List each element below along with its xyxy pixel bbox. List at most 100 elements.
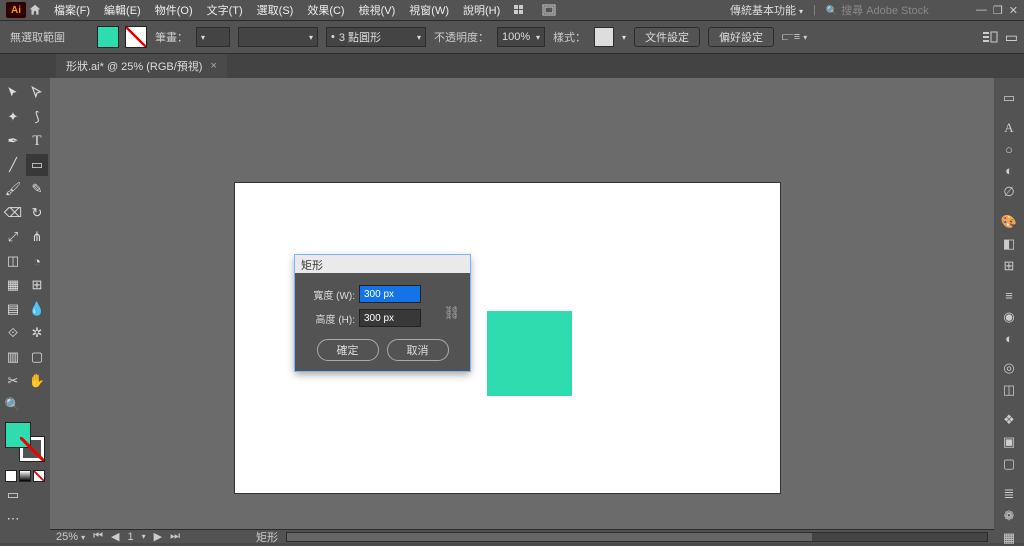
- color-guide-panel-icon[interactable]: ◧: [999, 236, 1019, 252]
- edit-toolbar[interactable]: ⋯: [2, 508, 24, 530]
- stroke-profile-field[interactable]: •3 點圓形▾: [326, 27, 426, 47]
- zoom-level[interactable]: 25% ▾: [56, 531, 85, 543]
- menu-window[interactable]: 視窗(W): [403, 0, 455, 20]
- cancel-button[interactable]: 取消: [387, 339, 449, 361]
- close-tab-icon[interactable]: ×: [210, 60, 216, 72]
- spare-tool[interactable]: [26, 394, 48, 416]
- right-panel-strip: ▭ A ○ ◐ ∅ 🎨 ◧ ⊞ ≡ ◉ ◐ ◎ ◫ ❖ ▣ ▢ ≣ ❁ ▦: [994, 78, 1024, 543]
- color-mode-row[interactable]: [2, 470, 48, 482]
- appearance-panel-icon[interactable]: ◎: [999, 360, 1019, 376]
- menu-select[interactable]: 選取(S): [251, 0, 300, 20]
- constrain-proportions-icon[interactable]: ⛓: [443, 305, 460, 321]
- zoom-tool[interactable]: 🔍: [2, 394, 24, 416]
- opentype-panel-icon[interactable]: ∅: [999, 184, 1019, 200]
- horizontal-scrollbar[interactable]: [286, 532, 988, 542]
- artboards-panel-icon[interactable]: ▢: [999, 456, 1019, 472]
- menu-extra-1[interactable]: [508, 3, 534, 17]
- slice-tool[interactable]: ✂: [2, 370, 24, 392]
- shape-builder-tool[interactable]: ◔: [26, 250, 48, 272]
- menu-view[interactable]: 檢視(V): [353, 0, 402, 20]
- width-tool[interactable]: ⋔: [26, 226, 48, 248]
- window-minimize-icon[interactable]: —: [976, 4, 987, 17]
- window-maximize-icon[interactable]: ❐: [993, 4, 1003, 17]
- home-icon[interactable]: [28, 3, 46, 17]
- menu-help[interactable]: 說明(H): [457, 0, 506, 20]
- brushes-panel-icon[interactable]: ≣: [999, 486, 1019, 502]
- magic-wand-tool[interactable]: ✦: [2, 106, 24, 128]
- search-adobe-stock[interactable]: 🔍 搜尋 Adobe Stock: [826, 2, 956, 18]
- rectangle-tool[interactable]: ▭: [26, 154, 48, 176]
- line-tool[interactable]: ╱: [2, 154, 24, 176]
- color-panel-icon[interactable]: 🎨: [999, 214, 1019, 230]
- asset-export-panel-icon[interactable]: ▣: [999, 434, 1019, 450]
- ok-button[interactable]: 確定: [317, 339, 379, 361]
- menu-extra-2[interactable]: [536, 2, 562, 18]
- type-panel-icon[interactable]: A: [999, 120, 1019, 136]
- workspace-switcher[interactable]: 傳統基本功能 ▾: [730, 2, 803, 18]
- document-setup-button[interactable]: 文件設定: [634, 27, 700, 47]
- paintbrush-tool[interactable]: 🖌: [2, 178, 24, 200]
- pen-tool[interactable]: ✒: [2, 130, 24, 152]
- fill-swatch[interactable]: [97, 26, 119, 48]
- gradient-tool[interactable]: ▤: [2, 298, 24, 320]
- menu-effect[interactable]: 效果(C): [301, 0, 350, 20]
- perspective-tool[interactable]: ▦: [2, 274, 24, 296]
- artboard-prev-first-icon[interactable]: ⏮: [93, 530, 103, 543]
- screen-mode-tool[interactable]: ▭: [2, 484, 24, 506]
- panel-icon-2[interactable]: ▭: [1005, 29, 1018, 46]
- height-input[interactable]: [359, 309, 421, 327]
- status-bar: 25% ▾ ⏮ ◀ 1 ▾ ▶ ⏭ 矩形: [50, 529, 994, 543]
- mesh-tool[interactable]: ⊞: [26, 274, 48, 296]
- opacity-panel-icon[interactable]: ◐: [999, 163, 1019, 178]
- free-transform-tool[interactable]: ◫: [2, 250, 24, 272]
- stroke-panel-icon[interactable]: ≡: [999, 288, 1019, 303]
- menu-file[interactable]: 檔案(F): [48, 0, 96, 20]
- scale-tool[interactable]: ⤢: [2, 226, 24, 248]
- panel-icon-1[interactable]: [983, 30, 999, 44]
- artboard-tool[interactable]: ▢: [26, 346, 48, 368]
- opacity-field[interactable]: 100%▾: [497, 27, 545, 47]
- transparency-panel-icon[interactable]: ◐: [999, 331, 1019, 346]
- style-swatch[interactable]: [594, 27, 614, 47]
- direct-selection-tool[interactable]: [26, 82, 48, 104]
- hand-tool[interactable]: ✋: [26, 370, 48, 392]
- window-close-icon[interactable]: ✕: [1009, 4, 1018, 17]
- artboard-next-icon[interactable]: ▶: [154, 530, 162, 543]
- stroke-weight-field[interactable]: ▾: [196, 27, 230, 47]
- pencil-tool[interactable]: ✎: [26, 178, 48, 200]
- eyedropper-tool[interactable]: 💧: [26, 298, 48, 320]
- symbols-panel-icon[interactable]: ❁: [999, 508, 1019, 524]
- app-logo: Ai: [6, 2, 26, 18]
- graphic-styles-panel-icon[interactable]: ◫: [999, 382, 1019, 398]
- fill-stroke-proxy[interactable]: [5, 422, 45, 462]
- lasso-tool[interactable]: ⟆: [26, 106, 48, 128]
- selection-tool[interactable]: [2, 82, 24, 104]
- type-tool[interactable]: T: [26, 130, 48, 152]
- width-input[interactable]: [359, 285, 421, 303]
- column-graph-tool[interactable]: ▥: [2, 346, 24, 368]
- document-tab[interactable]: 形狀.ai* @ 25% (RGB/預視) ×: [56, 54, 227, 78]
- artboard-next-last-icon[interactable]: ⏭: [170, 530, 180, 543]
- artboard-prev-icon[interactable]: ◀: [111, 530, 119, 543]
- artboard-number[interactable]: 1: [127, 531, 133, 543]
- menu-type[interactable]: 文字(T): [201, 0, 249, 20]
- stroke-width-field[interactable]: ▾: [238, 27, 318, 47]
- rotate-tool[interactable]: ↻: [26, 202, 48, 224]
- symbol-sprayer-tool[interactable]: ✲: [26, 322, 48, 344]
- properties-panel-icon[interactable]: ▭: [999, 90, 1019, 106]
- dialog-title[interactable]: 矩形: [295, 255, 470, 273]
- layers-panel-icon[interactable]: ❖: [999, 412, 1019, 428]
- style-label: 樣式：: [553, 29, 586, 45]
- swatches-panel-icon[interactable]: ⊞: [999, 258, 1019, 274]
- align-icon[interactable]: ⫍≡ ▾: [782, 31, 807, 44]
- canvas[interactable]: 矩形 寬度 (W): ⛓ 高度 (H): 確定 取消: [50, 78, 994, 543]
- ellipse-panel-icon[interactable]: ○: [999, 142, 1019, 157]
- gradient-panel-icon[interactable]: ◉: [999, 309, 1019, 325]
- menu-object[interactable]: 物件(O): [149, 0, 199, 20]
- preferences-button[interactable]: 偏好設定: [708, 27, 774, 47]
- menu-edit[interactable]: 編輯(E): [98, 0, 147, 20]
- eraser-tool[interactable]: ⌫: [2, 202, 24, 224]
- blend-tool[interactable]: ⟐: [2, 322, 24, 344]
- libraries-panel-icon[interactable]: ▦: [999, 530, 1019, 546]
- stroke-swatch[interactable]: [125, 26, 147, 48]
